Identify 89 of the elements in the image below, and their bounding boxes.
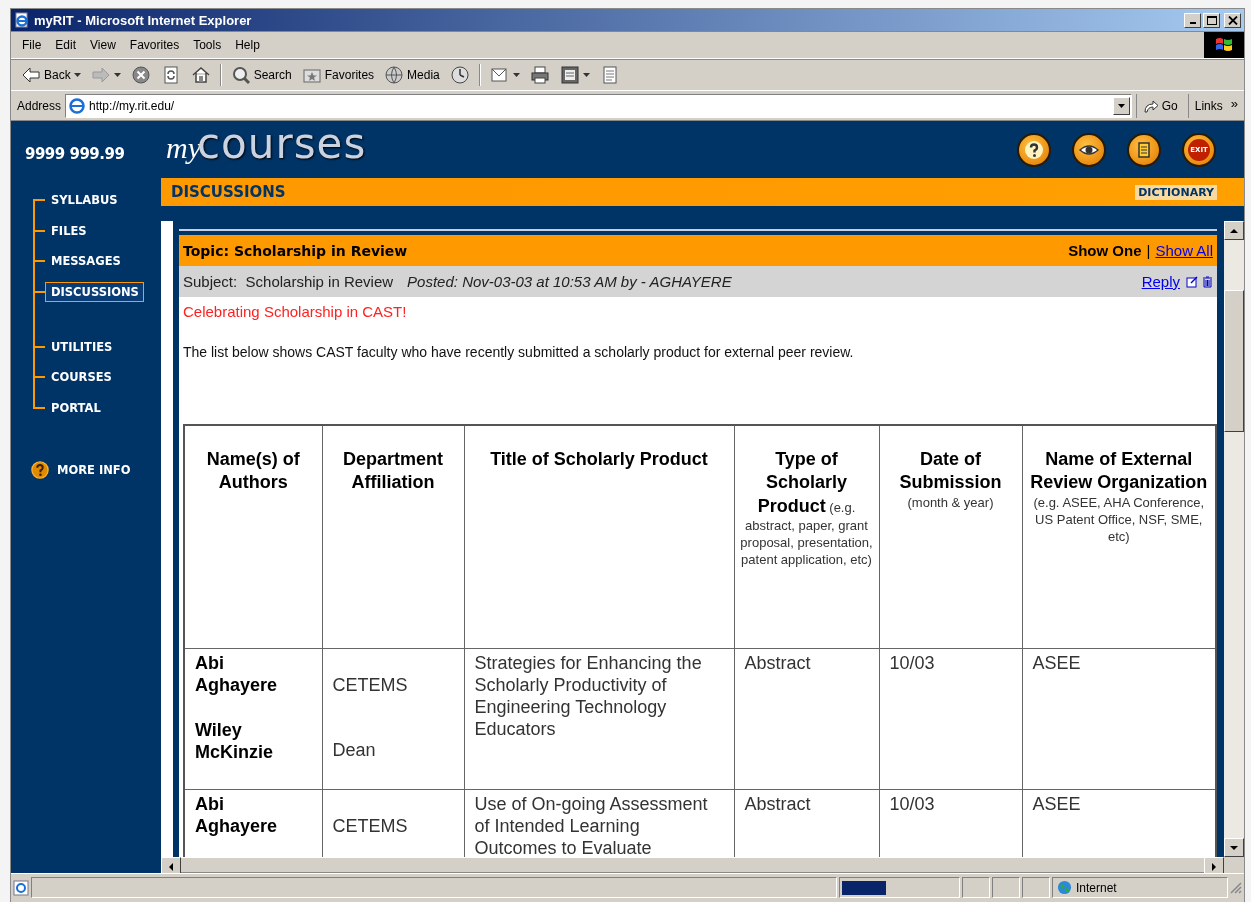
zone-label: Internet bbox=[1076, 880, 1117, 895]
maximize-icon bbox=[1206, 15, 1217, 25]
flag-drawing bbox=[1215, 36, 1233, 53]
topic-title: Topic: Scholarship in Review bbox=[183, 242, 408, 259]
vertical-scrollbar[interactable] bbox=[1224, 221, 1244, 857]
dropdown-button[interactable] bbox=[1112, 96, 1130, 115]
page-icon bbox=[69, 97, 86, 114]
table-cell: 10/03 bbox=[879, 648, 1022, 790]
help-icon bbox=[31, 461, 49, 480]
page-icon bbox=[13, 879, 29, 896]
printer-icon bbox=[529, 64, 550, 85]
search-button[interactable]: Search bbox=[226, 62, 296, 87]
back-button[interactable]: Back bbox=[17, 62, 85, 87]
close-button[interactable] bbox=[1224, 12, 1241, 28]
department-name: CETEMS bbox=[332, 815, 409, 837]
status-panel bbox=[1022, 877, 1050, 898]
department-name: CETEMS bbox=[332, 674, 409, 696]
posted-info: Posted: Nov-03-03 at 10:53 AM by - AGHAYERE bbox=[407, 273, 732, 290]
trash-icon[interactable] bbox=[1202, 275, 1213, 288]
view-link[interactable]: Show All bbox=[1155, 242, 1213, 259]
menu-item[interactable]: File bbox=[15, 35, 49, 54]
nav-link[interactable]: UTILITIES bbox=[45, 336, 118, 357]
minimize-icon bbox=[1189, 21, 1196, 24]
browser-icon bbox=[14, 12, 30, 28]
nav-link[interactable]: FILES bbox=[45, 220, 92, 241]
edit-icon[interactable] bbox=[1186, 275, 1198, 288]
column-header: Department Affiliation bbox=[322, 425, 464, 649]
column-header: Title of Scholarly Product bbox=[464, 425, 734, 649]
nav-link[interactable]: PORTAL bbox=[45, 397, 106, 418]
column-header: Type of Scholarly Product (e.g. abstract, paper, grant proposal, presentation, patent application, etc) bbox=[734, 425, 879, 649]
separator: | bbox=[1146, 242, 1151, 259]
menu-item[interactable]: View bbox=[83, 35, 123, 54]
menu-item[interactable]: Help bbox=[228, 35, 267, 54]
globe-icon bbox=[384, 64, 405, 85]
status-panel bbox=[992, 877, 1020, 898]
caret-icon bbox=[512, 72, 520, 77]
go-arrow-icon bbox=[1142, 97, 1159, 114]
view-label[interactable]: Show One bbox=[1068, 242, 1142, 259]
headline: Celebrating Scholarship in CAST! bbox=[183, 303, 408, 320]
nav-link[interactable]: MESSAGES bbox=[45, 251, 126, 272]
author-name: Abi Aghayere bbox=[195, 652, 279, 696]
document-icon bbox=[559, 64, 580, 85]
nav-link[interactable]: COURSES bbox=[45, 367, 117, 388]
author-name: Wiley McKinzie bbox=[195, 719, 274, 763]
author-name: Abi Aghayere bbox=[195, 793, 279, 837]
column-header: Date of Submission (month & year) bbox=[879, 425, 1022, 649]
notes-button[interactable] bbox=[1127, 132, 1161, 167]
media-button[interactable]: Media bbox=[380, 62, 444, 87]
account-number: 9999 999.99 bbox=[25, 145, 126, 163]
caret-icon bbox=[582, 72, 590, 77]
caret-icon bbox=[1117, 103, 1125, 108]
maximize-button[interactable] bbox=[1203, 12, 1220, 28]
dictionary-link[interactable]: DICTIONARY bbox=[1135, 184, 1217, 200]
help-button[interactable] bbox=[1017, 132, 1051, 167]
reply-link[interactable]: Reply bbox=[1141, 273, 1180, 290]
department-name: Dean bbox=[332, 739, 377, 761]
status-panel bbox=[962, 877, 990, 898]
links-button[interactable]: Links » bbox=[1187, 93, 1244, 118]
more-info-link[interactable]: MORE INFO bbox=[31, 461, 161, 480]
nav-link[interactable]: SYLLABUS bbox=[45, 190, 123, 211]
menu-item[interactable]: Favorites bbox=[122, 35, 187, 54]
minimize-button[interactable] bbox=[1184, 12, 1201, 28]
globe-icon bbox=[1057, 880, 1072, 895]
favorites-button[interactable]: Favorites bbox=[297, 62, 379, 87]
address-label: Address bbox=[17, 98, 62, 113]
clock-icon bbox=[449, 64, 470, 85]
menu-item[interactable]: Tools bbox=[186, 35, 229, 54]
body-text: The list below shows CAST faculty who have recently submitted a scholarly product for external peer review. bbox=[183, 344, 855, 360]
address-field[interactable]: http://my.rit.edu/ bbox=[65, 93, 1132, 118]
table-cell: Abstract bbox=[734, 648, 879, 790]
view-button[interactable] bbox=[1072, 132, 1106, 167]
site-logo: mycourses bbox=[166, 121, 367, 168]
table-cell: Strategies for Enhancing the Scholarly Productivity of Engineering Technology Educators bbox=[464, 648, 734, 790]
help-icon bbox=[1024, 139, 1044, 160]
subject-text: Subject: Scholarship in Review bbox=[183, 273, 394, 290]
window-title: myRIT - Microsoft Internet Explorer bbox=[34, 12, 253, 28]
go-button[interactable]: Go bbox=[1135, 93, 1184, 118]
home-icon bbox=[190, 64, 211, 85]
search-icon bbox=[230, 64, 251, 85]
horizontal-scrollbar[interactable] bbox=[161, 857, 1224, 873]
section-title: DISCUSSIONS bbox=[171, 183, 286, 201]
stop-icon bbox=[130, 64, 151, 85]
column-header: Name(s) of Authors bbox=[184, 425, 322, 649]
resize-grip-icon bbox=[1230, 881, 1242, 894]
nav-link[interactable]: DISCUSSIONS bbox=[45, 282, 144, 303]
caret-icon bbox=[113, 72, 121, 77]
caret-icon bbox=[73, 72, 81, 77]
menu-item[interactable]: Edit bbox=[48, 35, 84, 54]
close-icon bbox=[1227, 15, 1238, 25]
